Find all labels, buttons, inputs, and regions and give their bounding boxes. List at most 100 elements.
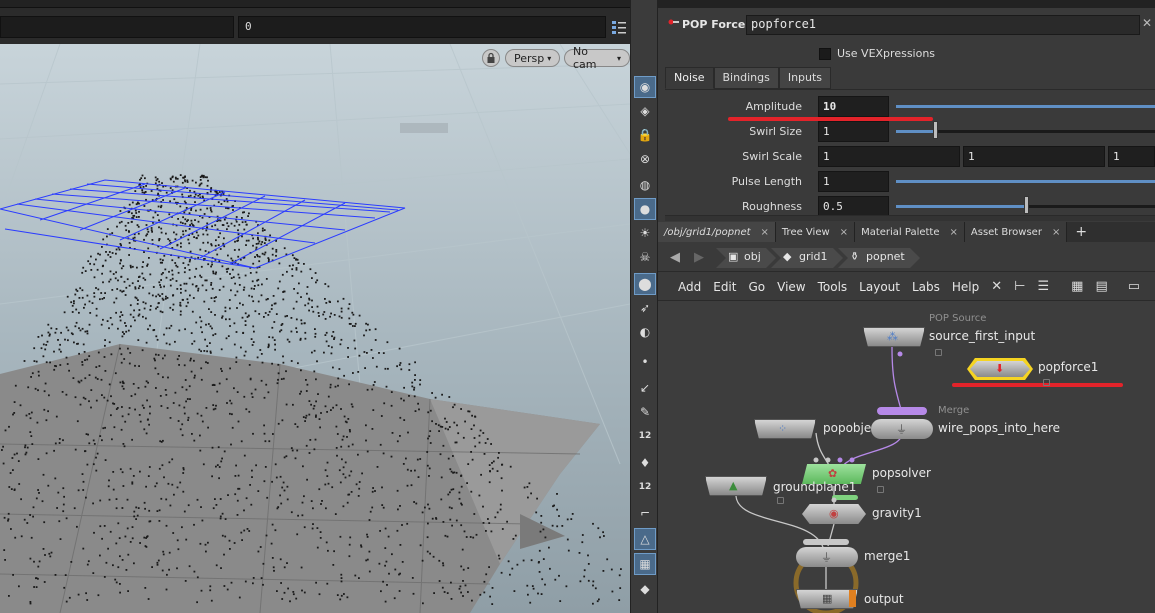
grid-icon[interactable]: ▤: [1089, 279, 1113, 294]
node-merge1[interactable]: ⏚ merge1: [796, 547, 910, 567]
network-editor[interactable]: ⁂ POP Source source_first_input ⬇ popfor…: [658, 301, 1155, 613]
node-label: source_first_input: [929, 329, 1036, 343]
roughness-field[interactable]: 0.5: [818, 196, 889, 217]
swirl-size-slider[interactable]: [896, 130, 935, 133]
scene-3d-view[interactable]: [0, 44, 630, 613]
ghost-icon[interactable]: ◈: [634, 100, 656, 122]
amplitude-field[interactable]: 10: [818, 96, 889, 117]
back-arrow-icon[interactable]: ◀: [670, 250, 680, 265]
solver-icon: ✿: [828, 467, 838, 480]
add-pane-tab-button[interactable]: +: [1067, 222, 1095, 242]
swirl-size-slider-handle[interactable]: [932, 121, 938, 139]
point-icon[interactable]: •: [634, 351, 656, 373]
breadcrumb-obj[interactable]: ▣ obj: [716, 248, 776, 268]
breadcrumb-popnet[interactable]: ⚱ popnet: [838, 248, 920, 268]
display-mode-icon[interactable]: ◆: [634, 578, 656, 600]
tab-network-path[interactable]: /obj/grid1/popnet ×: [658, 222, 776, 242]
pane-splitter[interactable]: [665, 215, 1155, 221]
display-icon[interactable]: ▭: [1122, 279, 1146, 294]
scene-viewport[interactable]: 0 Persp ▾ No cam ▾: [0, 0, 630, 613]
lock-camera-icon[interactable]: [482, 49, 500, 67]
network-menu-bar: Add Edit Go View Tools Layout Labs Help …: [658, 273, 1155, 301]
menu-view[interactable]: View: [771, 280, 811, 294]
tab-noise[interactable]: Noise: [665, 67, 714, 89]
menu-help[interactable]: Help: [946, 280, 985, 294]
amplitude-slider[interactable]: [896, 105, 1155, 108]
transform-icon[interactable]: ◐: [634, 321, 656, 343]
grid-snap-icon[interactable]: ▦: [634, 553, 656, 575]
breadcrumb-label: obj: [744, 250, 761, 263]
snap-icon[interactable]: ⊗: [634, 148, 656, 170]
pane-tab-bar: /obj/grid1/popnet × Tree View × Material…: [658, 222, 1155, 242]
color-palette-icon[interactable]: ▦: [1065, 279, 1089, 294]
close-icon[interactable]: ✕: [1142, 16, 1152, 30]
use-vexpressions-checkbox[interactable]: [819, 48, 831, 60]
display-flag: [849, 590, 856, 607]
menu-edit[interactable]: Edit: [707, 280, 742, 294]
menu-tools[interactable]: Tools: [812, 280, 854, 294]
swirl-scale-z-field[interactable]: 1: [1108, 146, 1155, 167]
shading-icon[interactable]: ◍: [634, 174, 656, 196]
wrench-icon[interactable]: ✕: [985, 279, 1008, 294]
menu-layout[interactable]: Layout: [853, 280, 906, 294]
node-name-field[interactable]: popforce1: [746, 15, 1140, 35]
skeleton-icon[interactable]: ☠: [634, 246, 656, 268]
pulse-length-field[interactable]: 1: [818, 171, 889, 192]
menu-labs[interactable]: Labs: [906, 280, 946, 294]
menu-add[interactable]: Add: [672, 280, 707, 294]
bulb-icon[interactable]: ☀: [634, 222, 656, 244]
camera-menu[interactable]: No cam ▾: [564, 45, 630, 71]
tab-label: Material Palette: [861, 226, 940, 238]
node-groundplane1[interactable]: ▲ groundplane1: [705, 476, 856, 504]
display-options-icon[interactable]: [610, 18, 628, 36]
roughness-slider-handle[interactable]: [1023, 196, 1029, 214]
close-icon[interactable]: ×: [1052, 227, 1060, 238]
frame-field[interactable]: 0: [238, 16, 606, 38]
menu-go[interactable]: Go: [742, 280, 771, 294]
breadcrumb-grid1[interactable]: ◆ grid1: [771, 248, 843, 268]
pulse-length-slider[interactable]: [896, 180, 1155, 183]
perspective-menu[interactable]: Persp ▾: [505, 49, 561, 67]
tree-icon[interactable]: ⊢: [1008, 279, 1031, 294]
close-icon[interactable]: ×: [761, 227, 769, 238]
node-source-first-input[interactable]: ⁂ POP Source source_first_input: [863, 313, 1035, 356]
roughness-slider[interactable]: [896, 205, 1026, 208]
node-popforce1[interactable]: ⬇ popforce1: [967, 358, 1098, 386]
tab-label: Tree View: [781, 226, 830, 238]
edge-icon[interactable]: ↙: [634, 377, 656, 399]
corner-icon[interactable]: ⌐: [634, 502, 656, 524]
forward-arrow-icon[interactable]: ▶: [694, 250, 704, 265]
tab-asset-browser[interactable]: Asset Browser ×: [964, 222, 1068, 242]
light-icon[interactable]: ●: [634, 198, 656, 220]
node-popobject[interactable]: ⁘ popobje: [754, 419, 871, 439]
paint-icon[interactable]: ♦: [634, 452, 656, 474]
tab-material-palette[interactable]: Material Palette ×: [855, 222, 965, 242]
close-icon[interactable]: ×: [840, 227, 848, 238]
close-icon[interactable]: ×: [950, 227, 958, 238]
handle-icon[interactable]: △: [634, 528, 656, 550]
viewport-left-field[interactable]: [0, 16, 234, 38]
swirl-scale-label: Swirl Scale: [742, 150, 802, 163]
node-label: groundplane1: [773, 480, 857, 494]
camera-view-icon[interactable]: ⬤: [634, 273, 656, 295]
tab-inputs[interactable]: Inputs: [778, 67, 832, 89]
lock-icon[interactable]: 🔒: [634, 124, 656, 146]
selection-icon[interactable]: ➶: [634, 297, 656, 319]
swirl-size-field[interactable]: 1: [818, 121, 889, 142]
tab-bindings[interactable]: Bindings: [713, 67, 779, 89]
node-gravity1[interactable]: ◉ gravity1: [802, 504, 922, 524]
brush-icon[interactable]: ✎: [634, 401, 656, 423]
number-12-icon[interactable]: 12: [634, 476, 656, 498]
lock-icon: [1043, 379, 1050, 386]
node-output[interactable]: ▦ output: [796, 589, 904, 609]
chevron-down-icon: ▾: [547, 53, 552, 63]
list-icon[interactable]: ☰: [1031, 279, 1055, 294]
swirl-scale-x-field[interactable]: 1: [818, 146, 960, 167]
number-12-icon[interactable]: 12: [634, 425, 656, 447]
node-type-icon: [666, 16, 680, 33]
display-wire-icon[interactable]: ◉: [634, 76, 656, 98]
lock-icon: [777, 497, 784, 504]
tab-tree-view[interactable]: Tree View ×: [775, 222, 856, 242]
node-wire-pops-into-here[interactable]: ⏚ Merge wire_pops_into_here: [871, 405, 1060, 439]
swirl-scale-y-field[interactable]: 1: [963, 146, 1105, 167]
